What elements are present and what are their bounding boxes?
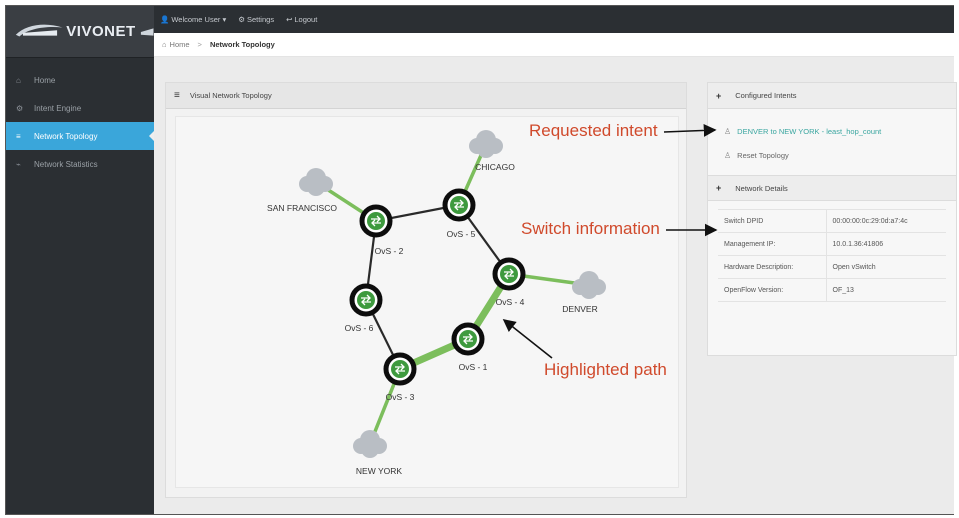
user-menu-label: Welcome User ▾ bbox=[171, 15, 227, 24]
cloud-label: CHICAGO bbox=[475, 162, 515, 172]
settings-link[interactable]: ⚙ Settings bbox=[238, 15, 274, 24]
table-row: Switch DPID 00:00:00:0c:29:0d:a7:4c bbox=[718, 209, 946, 233]
reset-topology-link[interactable]: Reset Topology bbox=[737, 151, 789, 160]
details-value: Open vSwitch bbox=[826, 255, 946, 279]
gear-icon: ⚙ bbox=[16, 103, 24, 113]
topology-panel-header: ≡ Visual Network Topology bbox=[166, 83, 686, 109]
switch-node[interactable] bbox=[383, 352, 417, 386]
breadcrumb: ⌂ Home > Network Topology bbox=[154, 33, 954, 57]
topology-icon: ≡ bbox=[16, 131, 21, 141]
person-icon: ♙ bbox=[724, 126, 732, 136]
breadcrumb-current: Network Topology bbox=[209, 40, 275, 49]
sidebar-item-network-statistics[interactable]: ⌁ Network Statistics bbox=[6, 150, 154, 178]
person-icon: ♙ bbox=[724, 150, 732, 160]
sidebar-item-home[interactable]: ⌂ Home bbox=[6, 66, 154, 94]
settings-label: Settings bbox=[246, 15, 275, 24]
chart-icon: ⌁ bbox=[16, 159, 21, 169]
topology-panel: ≡ Visual Network Topology SAN FRANCISCO C… bbox=[165, 82, 687, 498]
cloud-icon[interactable] bbox=[353, 430, 387, 458]
switch-node[interactable] bbox=[492, 257, 526, 291]
intents-panel-header[interactable]: + Configured Intents bbox=[708, 83, 956, 109]
top-bar: 👤 Welcome User ▾ ⚙ Settings ↩ Logout bbox=[154, 6, 954, 33]
user-icon: 👤 bbox=[160, 15, 170, 24]
logout-icon: ↩ bbox=[286, 15, 293, 24]
intent-item[interactable]: ♙ DENVER to NEW YORK - least_hop_count bbox=[708, 119, 956, 143]
home-icon: ⌂ bbox=[162, 40, 167, 49]
sidebar-item-label: Network Topology bbox=[34, 131, 98, 141]
logo-swoosh-icon bbox=[15, 24, 63, 36]
breadcrumb-home[interactable]: Home bbox=[170, 40, 190, 49]
details-key: Hardware Description: bbox=[718, 255, 827, 279]
home-icon: ⌂ bbox=[16, 75, 21, 85]
intent-link[interactable]: DENVER to NEW YORK - least_hop_count bbox=[737, 127, 881, 136]
cloud-icon[interactable] bbox=[469, 130, 503, 158]
topology-title: Visual Network Topology bbox=[189, 91, 272, 100]
details-value: 10.0.1.36:41806 bbox=[826, 232, 946, 256]
cloud-label: SAN FRANCISCO bbox=[267, 203, 337, 213]
switch-label: OvS - 5 bbox=[447, 229, 476, 239]
menu-icon[interactable]: ≡ bbox=[174, 90, 180, 101]
sidebar-item-label: Intent Engine bbox=[34, 103, 82, 113]
table-row: OpenFlow Version: OF_13 bbox=[718, 278, 946, 302]
logo-tail-icon bbox=[140, 27, 154, 36]
details-panel-header[interactable]: + Network Details bbox=[708, 175, 956, 201]
switch-label: OvS - 4 bbox=[496, 297, 525, 307]
sidebar-item-network-topology[interactable]: ≡ Network Topology bbox=[6, 122, 155, 150]
sidebar-item-intent-engine[interactable]: ⚙ Intent Engine bbox=[6, 94, 154, 122]
switch-node[interactable] bbox=[451, 322, 485, 356]
switch-label: OvS - 1 bbox=[459, 362, 488, 372]
plus-icon: + bbox=[716, 183, 722, 193]
sidebar-item-label: Network Statistics bbox=[34, 159, 98, 169]
sidebar: VIVONET ⌂ Home ⚙ Intent Engine ≡ Network… bbox=[6, 6, 155, 514]
breadcrumb-separator: > bbox=[197, 40, 202, 49]
plus-icon: + bbox=[716, 90, 722, 101]
switch-node[interactable] bbox=[359, 204, 393, 238]
details-key: Switch DPID bbox=[718, 209, 827, 233]
cloud-icon[interactable] bbox=[572, 271, 606, 299]
switch-node[interactable] bbox=[442, 188, 476, 222]
details-value: OF_13 bbox=[826, 278, 946, 302]
details-key: Management IP: bbox=[718, 232, 827, 256]
cloud-label: NEW YORK bbox=[356, 466, 402, 476]
right-panel: + Configured Intents ♙ DENVER to NEW YOR… bbox=[707, 82, 957, 356]
logout-label: Logout bbox=[294, 15, 318, 24]
switch-node[interactable] bbox=[349, 283, 383, 317]
details-value: 00:00:00:0c:29:0d:a7:4c bbox=[826, 209, 946, 233]
topology-canvas[interactable]: SAN FRANCISCO CHICAGO DENVER NEW YORK OvS - … bbox=[175, 116, 679, 488]
details-panel-title: Network Details bbox=[735, 183, 788, 193]
switch-label: OvS - 2 bbox=[375, 246, 404, 256]
switch-label: OvS - 6 bbox=[345, 323, 374, 333]
network-details-table: Switch DPID 00:00:00:0c:29:0d:a7:4c Mana… bbox=[718, 209, 946, 302]
table-row: Management IP: 10.0.1.36:41806 bbox=[718, 232, 946, 256]
switch-label: OvS - 3 bbox=[386, 392, 415, 402]
intents-panel-title: Configured Intents bbox=[735, 91, 797, 100]
cloud-label: DENVER bbox=[562, 304, 597, 314]
sidebar-item-label: Home bbox=[34, 75, 56, 85]
brand-logo[interactable]: VIVONET bbox=[6, 6, 154, 58]
reset-topology-item[interactable]: ♙ Reset Topology bbox=[708, 143, 956, 167]
user-menu[interactable]: 👤 Welcome User ▾ bbox=[160, 15, 226, 24]
details-key: OpenFlow Version: bbox=[718, 278, 827, 302]
table-row: Hardware Description: Open vSwitch bbox=[718, 255, 946, 279]
gear-icon: ⚙ bbox=[238, 15, 245, 24]
logout-link[interactable]: ↩ Logout bbox=[286, 15, 317, 24]
topology-graph[interactable]: SAN FRANCISCO CHICAGO DENVER NEW YORK OvS - … bbox=[176, 117, 680, 489]
brand-name: VIVONET bbox=[66, 23, 136, 40]
sidebar-nav: ⌂ Home ⚙ Intent Engine ≡ Network Topolog… bbox=[6, 66, 155, 178]
